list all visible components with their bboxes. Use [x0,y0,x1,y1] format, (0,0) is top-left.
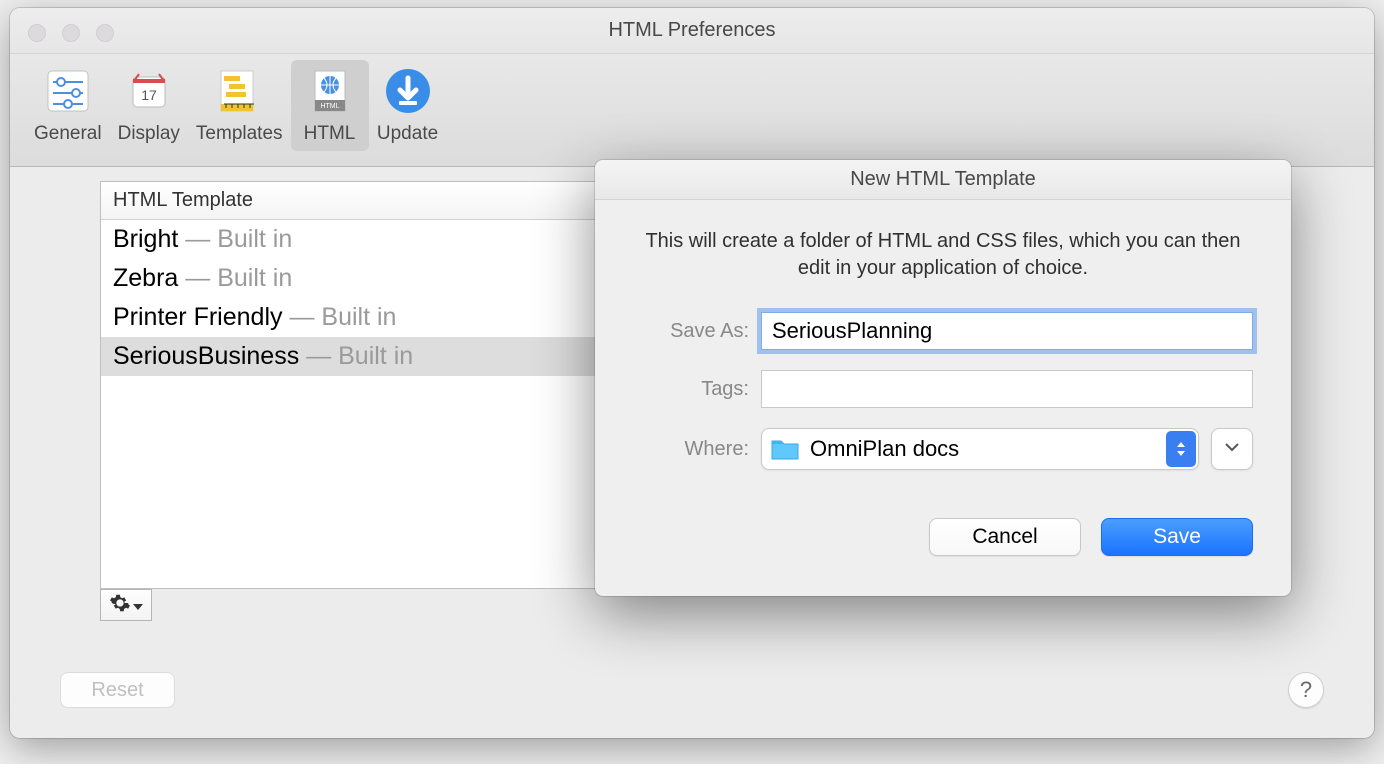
where-select[interactable]: OmniPlan docs [761,428,1199,470]
sheet-title: New HTML Template [595,160,1291,200]
calendar-icon: 17 [121,63,177,119]
toolbar-label: Display [118,123,180,145]
expand-where-button[interactable] [1211,428,1253,470]
reset-button[interactable]: Reset [60,672,175,708]
where-row: Where: OmniPlan docs [633,428,1253,470]
traffic-lights [28,24,114,42]
save-as-input[interactable] [761,312,1253,350]
sheet-button-row: Cancel Save [595,490,1291,556]
template-name: Printer Friendly [113,303,283,331]
save-as-label: Save As: [633,320,761,343]
toolbar-label: HTML [304,123,356,145]
gear-icon [109,592,131,619]
sheet-body: This will create a folder of HTML and CS… [595,200,1291,470]
gear-menu-button[interactable] [100,589,152,621]
download-icon [380,63,436,119]
prefs-toolbar: General 17 Display [10,54,1374,167]
minimize-window-icon[interactable] [62,24,80,42]
template-suffix: — Built in [283,303,397,331]
template-suffix: — Built in [299,342,413,370]
new-template-sheet: New HTML Template This will create a fol… [595,160,1291,596]
toolbar-html[interactable]: HTML HTML [291,60,369,151]
zoom-window-icon[interactable] [96,24,114,42]
tags-row: Tags: [633,370,1253,408]
updown-arrows-icon [1166,431,1196,467]
where-value: OmniPlan docs [810,436,959,462]
template-suffix: — Built in [178,264,292,292]
folder-icon [770,437,800,461]
save-button[interactable]: Save [1101,518,1253,556]
where-label: Where: [633,438,761,461]
svg-text:HTML: HTML [320,103,339,110]
template-name: Bright [113,225,178,253]
titlebar: HTML Preferences [10,8,1374,54]
gantt-icon [211,63,267,119]
toolbar-general[interactable]: General [26,60,110,151]
sheet-description: This will create a folder of HTML and CS… [633,228,1253,282]
toolbar-templates[interactable]: Templates [188,60,291,151]
svg-text:17: 17 [141,87,157,103]
help-button[interactable]: ? [1288,672,1324,708]
tags-label: Tags: [633,378,761,401]
bottom-bar: Reset ? [60,672,1324,708]
chevron-down-icon [133,595,143,616]
html-file-icon: HTML [302,63,358,119]
toolbar-display[interactable]: 17 Display [110,60,188,151]
tags-input[interactable] [761,370,1253,408]
cancel-button[interactable]: Cancel [929,518,1081,556]
toolbar-update[interactable]: Update [369,60,447,151]
toolbar-label: Templates [196,123,283,145]
window-title: HTML Preferences [10,19,1374,42]
template-suffix: — Built in [178,225,292,253]
close-window-icon[interactable] [28,24,46,42]
toolbar-label: General [34,123,102,145]
save-as-row: Save As: [633,312,1253,350]
template-name: Zebra [113,264,178,292]
toolbar-label: Update [377,123,438,145]
sliders-icon [40,63,96,119]
template-name: SeriousBusiness [113,342,299,370]
chevron-down-icon [1224,440,1240,458]
